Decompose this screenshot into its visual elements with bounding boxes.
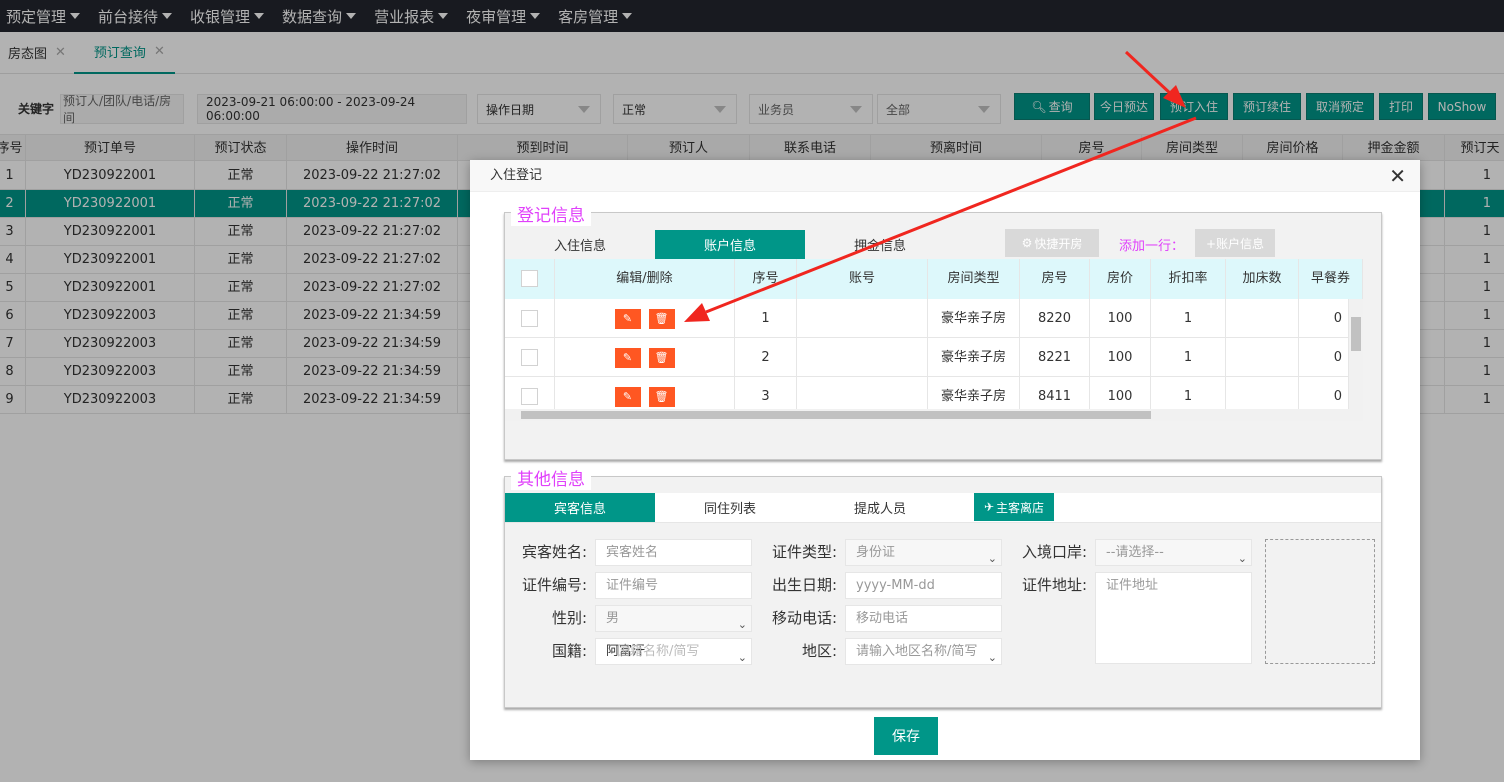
id-type-select[interactable]: 身份证 ⌄ bbox=[845, 539, 1002, 566]
tab-guest-info[interactable]: 宾客信息 bbox=[505, 493, 655, 522]
account-grid: 编辑/删除 序号 账号 房间类型 房号 房价 折扣率 加床数 早餐券 ✎ 🗑︎ 1 豪… bbox=[505, 259, 1363, 421]
grid-cell bbox=[797, 338, 928, 377]
id-number-input[interactable]: 证件编号 bbox=[595, 572, 752, 599]
id-number-label: 证件编号: bbox=[521, 576, 587, 594]
trash-icon[interactable]: 🗑︎ bbox=[648, 386, 675, 407]
row-select-cell bbox=[505, 299, 555, 338]
photo-placeholder bbox=[1265, 539, 1375, 664]
registration-legend: 登记信息 bbox=[511, 201, 591, 226]
save-button[interactable]: 保存 bbox=[874, 717, 938, 755]
tab-checkin-info[interactable]: 入住信息 bbox=[515, 230, 645, 259]
entry-port-label: 入境口岸: bbox=[1021, 543, 1087, 561]
id-address-label: 证件地址: bbox=[1021, 576, 1087, 594]
edit-delete-cell: ✎ 🗑︎ bbox=[555, 338, 735, 377]
chevron-down-icon: ⌄ bbox=[737, 618, 747, 631]
row-checkbox[interactable] bbox=[521, 388, 538, 405]
main-guest-leave-button[interactable]: ✈ 主客离店 bbox=[974, 493, 1054, 521]
add-row-label: 添加一行： bbox=[1119, 239, 1185, 254]
id-address-textarea[interactable]: 证件地址 bbox=[1095, 572, 1252, 664]
dialog-title: 入住登记 bbox=[470, 160, 1420, 192]
gear-icon: ⚙ bbox=[1021, 236, 1033, 250]
birth-date-label: 出生日期: bbox=[771, 576, 837, 594]
col-header: 折扣率 bbox=[1151, 259, 1226, 299]
tab-deposit-info[interactable]: 押金信息 bbox=[805, 230, 955, 259]
gender-label: 性别: bbox=[551, 609, 587, 627]
grid-cell: 豪华亲子房 bbox=[928, 299, 1020, 338]
grid-cell: 豪华亲子房 bbox=[928, 338, 1020, 377]
tab-commission-staff[interactable]: 提成人员 bbox=[805, 493, 955, 522]
select-all-checkbox[interactable] bbox=[521, 270, 538, 287]
grid-cell: 2 bbox=[735, 338, 797, 377]
account-grid-row[interactable]: ✎ 🗑︎ 2 豪华亲子房 8221 100 1 0 bbox=[505, 338, 1363, 377]
nationality-select[interactable]: 阿富汗国籍名称/简写 ⌄ bbox=[595, 638, 752, 665]
vertical-scrollbar[interactable] bbox=[1349, 299, 1363, 409]
grid-cell bbox=[1226, 338, 1299, 377]
mobile-input[interactable]: 移动电话 bbox=[845, 605, 1002, 632]
guest-name-input[interactable]: 宾客姓名 bbox=[595, 539, 752, 566]
chevron-down-icon: ⌄ bbox=[737, 651, 747, 664]
edit-icon[interactable]: ✎ bbox=[614, 308, 641, 329]
tab-cohabitant-list[interactable]: 同住列表 bbox=[655, 493, 805, 522]
account-grid-row[interactable]: ✎ 🗑︎ 1 豪华亲子房 8220 100 1 0 bbox=[505, 299, 1363, 338]
col-header: 房间类型 bbox=[928, 259, 1020, 299]
other-info-legend: 其他信息 bbox=[511, 465, 591, 490]
grid-cell: 100 bbox=[1090, 299, 1151, 338]
col-header: 加床数 bbox=[1226, 259, 1299, 299]
tab-account-info[interactable]: 账户信息 bbox=[655, 230, 805, 259]
trash-icon[interactable]: 🗑︎ bbox=[648, 308, 675, 329]
edit-delete-cell: ✎ 🗑︎ bbox=[555, 299, 735, 338]
trash-icon[interactable]: 🗑︎ bbox=[648, 347, 675, 368]
grid-cell: 8221 bbox=[1020, 338, 1090, 377]
grid-cell: 1 bbox=[1151, 338, 1226, 377]
horizontal-scrollbar[interactable] bbox=[505, 409, 1363, 421]
scrollbar-thumb[interactable] bbox=[1351, 317, 1361, 351]
close-icon[interactable]: ✕ bbox=[1389, 164, 1406, 188]
row-checkbox[interactable] bbox=[521, 349, 538, 366]
grid-cell: 1 bbox=[735, 299, 797, 338]
chevron-down-icon: ⌄ bbox=[1237, 552, 1247, 565]
add-account-button[interactable]: +账户信息 bbox=[1195, 229, 1275, 257]
chevron-down-icon: ⌄ bbox=[987, 651, 997, 664]
grid-cell: 1 bbox=[1151, 299, 1226, 338]
grid-cell bbox=[1226, 299, 1299, 338]
row-checkbox[interactable] bbox=[521, 310, 538, 327]
grid-cell bbox=[797, 299, 928, 338]
row-select-cell bbox=[505, 338, 555, 377]
nationality-label: 国籍: bbox=[551, 642, 587, 660]
account-grid-header: 编辑/删除 序号 账号 房间类型 房号 房价 折扣率 加床数 早餐券 bbox=[505, 259, 1363, 299]
guest-name-label: 宾客姓名: bbox=[521, 543, 587, 561]
edit-icon[interactable]: ✎ bbox=[614, 386, 641, 407]
col-header: 早餐券 bbox=[1299, 259, 1363, 299]
grid-cell: 0 bbox=[1299, 338, 1349, 377]
id-type-label: 证件类型: bbox=[771, 543, 837, 561]
checkin-dialog: 入住登记 ✕ 登记信息 入住信息 账户信息 押金信息 ⚙ 快捷开房 添加一行： +… bbox=[470, 160, 1420, 760]
entry-port-select[interactable]: --请选择-- ⌄ bbox=[1095, 539, 1252, 566]
chevron-down-icon: ⌄ bbox=[987, 552, 997, 565]
grid-cell: 0 bbox=[1299, 299, 1349, 338]
col-header: 房号 bbox=[1020, 259, 1090, 299]
grid-cell: 8220 bbox=[1020, 299, 1090, 338]
col-header: 房价 bbox=[1090, 259, 1151, 299]
quick-open-button[interactable]: ⚙ 快捷开房 bbox=[1005, 229, 1099, 257]
mobile-label: 移动电话: bbox=[771, 609, 837, 627]
grid-cell: 100 bbox=[1090, 338, 1151, 377]
birth-date-input[interactable]: yyyy-MM-dd bbox=[845, 572, 1002, 599]
select-all-cell bbox=[505, 259, 555, 299]
gender-select[interactable]: 男 ⌄ bbox=[595, 605, 752, 632]
edit-icon[interactable]: ✎ bbox=[614, 347, 641, 368]
registration-fieldset: 登记信息 入住信息 账户信息 押金信息 ⚙ 快捷开房 添加一行： +账户信息 编辑… bbox=[504, 201, 1382, 460]
col-header: 序号 bbox=[735, 259, 797, 299]
scrollbar-thumb[interactable] bbox=[521, 411, 1151, 419]
region-select[interactable]: 请输入地区名称/简写 ⌄ bbox=[845, 638, 1002, 665]
col-header: 编辑/删除 bbox=[555, 259, 735, 299]
region-label: 地区: bbox=[801, 642, 837, 660]
send-icon: ✈ bbox=[983, 500, 995, 514]
other-info-fieldset: 其他信息 宾客信息 同住列表 提成人员 ✈ 主客离店 宾客姓名: 宾客姓名 证件类… bbox=[504, 465, 1382, 708]
col-header: 账号 bbox=[797, 259, 928, 299]
